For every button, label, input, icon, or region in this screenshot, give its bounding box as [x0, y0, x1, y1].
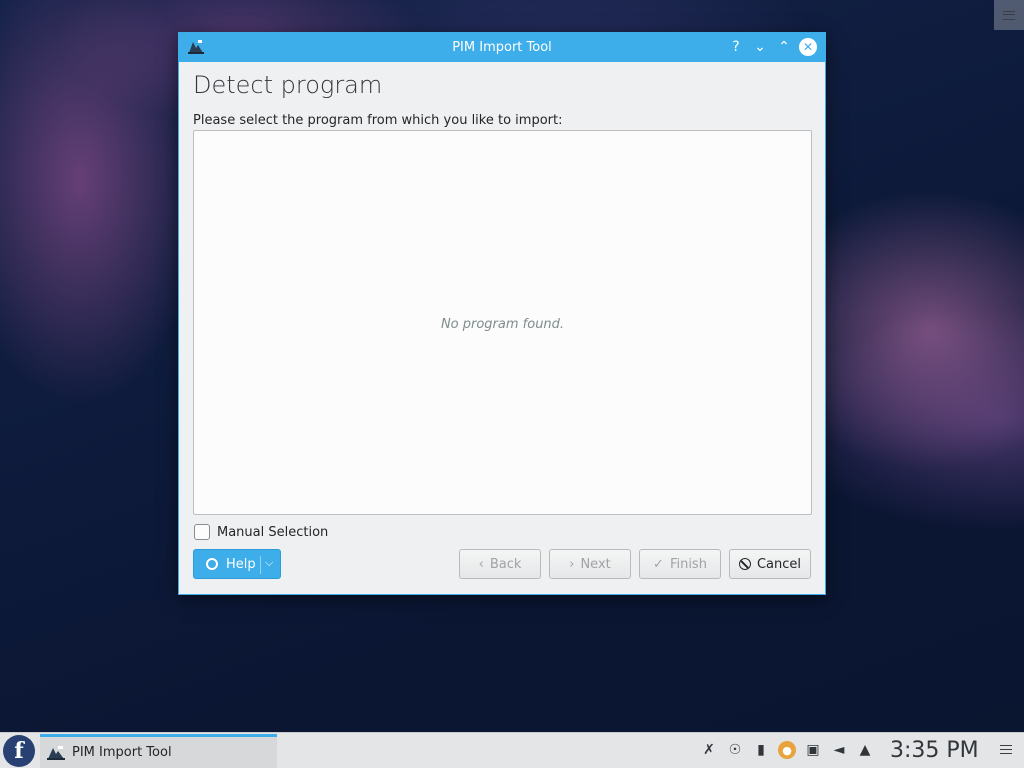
back-button-label: Back [489, 556, 522, 572]
system-tray: ✗ ☉ ▮ ● ▣ ◄ ▲ [700, 741, 874, 759]
hamburger-icon [1000, 745, 1012, 754]
tray-expand-icon[interactable]: ▲ [856, 741, 874, 759]
help-lifebuoy-icon [206, 558, 218, 570]
app-icon [47, 745, 65, 760]
taskbar: f PIM Import Tool ✗ ☉ ▮ ● ▣ ◄ ▲ 3:35 PM [0, 732, 1024, 768]
close-button[interactable]: ✕ [799, 38, 817, 56]
chevron-down-icon[interactable]: ⌵ [265, 556, 273, 570]
context-help-button[interactable]: ? [727, 37, 745, 57]
title-bar[interactable]: PIM Import Tool ? ⌄ ⌃ ✕ [179, 33, 825, 62]
rss-icon[interactable]: ☉ [726, 741, 744, 759]
next-button[interactable]: › Next [549, 549, 631, 579]
page-title: Detect program [193, 71, 383, 99]
back-button[interactable]: ‹ Back [459, 549, 541, 579]
finish-button-label: Finish [669, 556, 707, 572]
desktop-menu-button[interactable] [994, 0, 1024, 30]
select-program-prompt: Please select the program from which you… [193, 113, 563, 128]
chevron-up-icon: ⌃ [778, 39, 790, 55]
help-button[interactable]: Help ⌵ [193, 549, 281, 579]
clipboard-icon[interactable]: ▮ [752, 741, 770, 759]
taskbar-task-pim-import[interactable]: PIM Import Tool [40, 734, 277, 768]
cancel-icon [738, 558, 751, 570]
checkmark-icon: ✓ [653, 556, 664, 572]
cancel-button[interactable]: Cancel [729, 549, 811, 579]
panel-menu-button[interactable] [1000, 745, 1012, 754]
updater-icon[interactable]: ● [778, 741, 796, 759]
display-icon[interactable]: ▣ [804, 741, 822, 759]
clock[interactable]: 3:35 PM [890, 738, 979, 763]
manual-selection-option[interactable]: Manual Selection [194, 524, 328, 540]
hamburger-icon [1003, 10, 1015, 20]
chevron-down-icon: ⌄ [754, 39, 766, 55]
chevron-left-icon: ‹ [478, 556, 484, 572]
manual-selection-checkbox[interactable] [194, 524, 210, 540]
button-row: Help ⌵ ‹ Back › Next ✓ Finish Cancel [193, 549, 812, 581]
fedora-launcher-icon[interactable]: f [3, 735, 35, 767]
program-list[interactable]: No program found. [193, 130, 812, 515]
task-label: PIM Import Tool [72, 745, 172, 760]
manual-selection-label: Manual Selection [217, 524, 329, 540]
help-button-label: Help [226, 556, 256, 572]
volume-muted-icon[interactable]: ◄ [830, 741, 848, 759]
next-button-label: Next [580, 556, 611, 572]
chevron-right-icon: › [569, 556, 575, 572]
window-title: PIM Import Tool [452, 40, 552, 55]
maximize-button[interactable]: ⌃ [775, 37, 793, 57]
help-separator [260, 556, 261, 574]
pim-import-dialog: PIM Import Tool ? ⌄ ⌃ ✕ Detect program P… [178, 32, 826, 595]
cancel-button-label: Cancel [756, 556, 802, 572]
finish-button[interactable]: ✓ Finish [639, 549, 721, 579]
app-icon [188, 40, 204, 54]
network-disconnected-icon[interactable]: ✗ [700, 741, 718, 759]
empty-list-message: No program found. [440, 317, 565, 332]
minimize-button[interactable]: ⌄ [751, 37, 769, 57]
question-icon: ? [732, 39, 740, 55]
close-icon: ✕ [802, 40, 814, 54]
